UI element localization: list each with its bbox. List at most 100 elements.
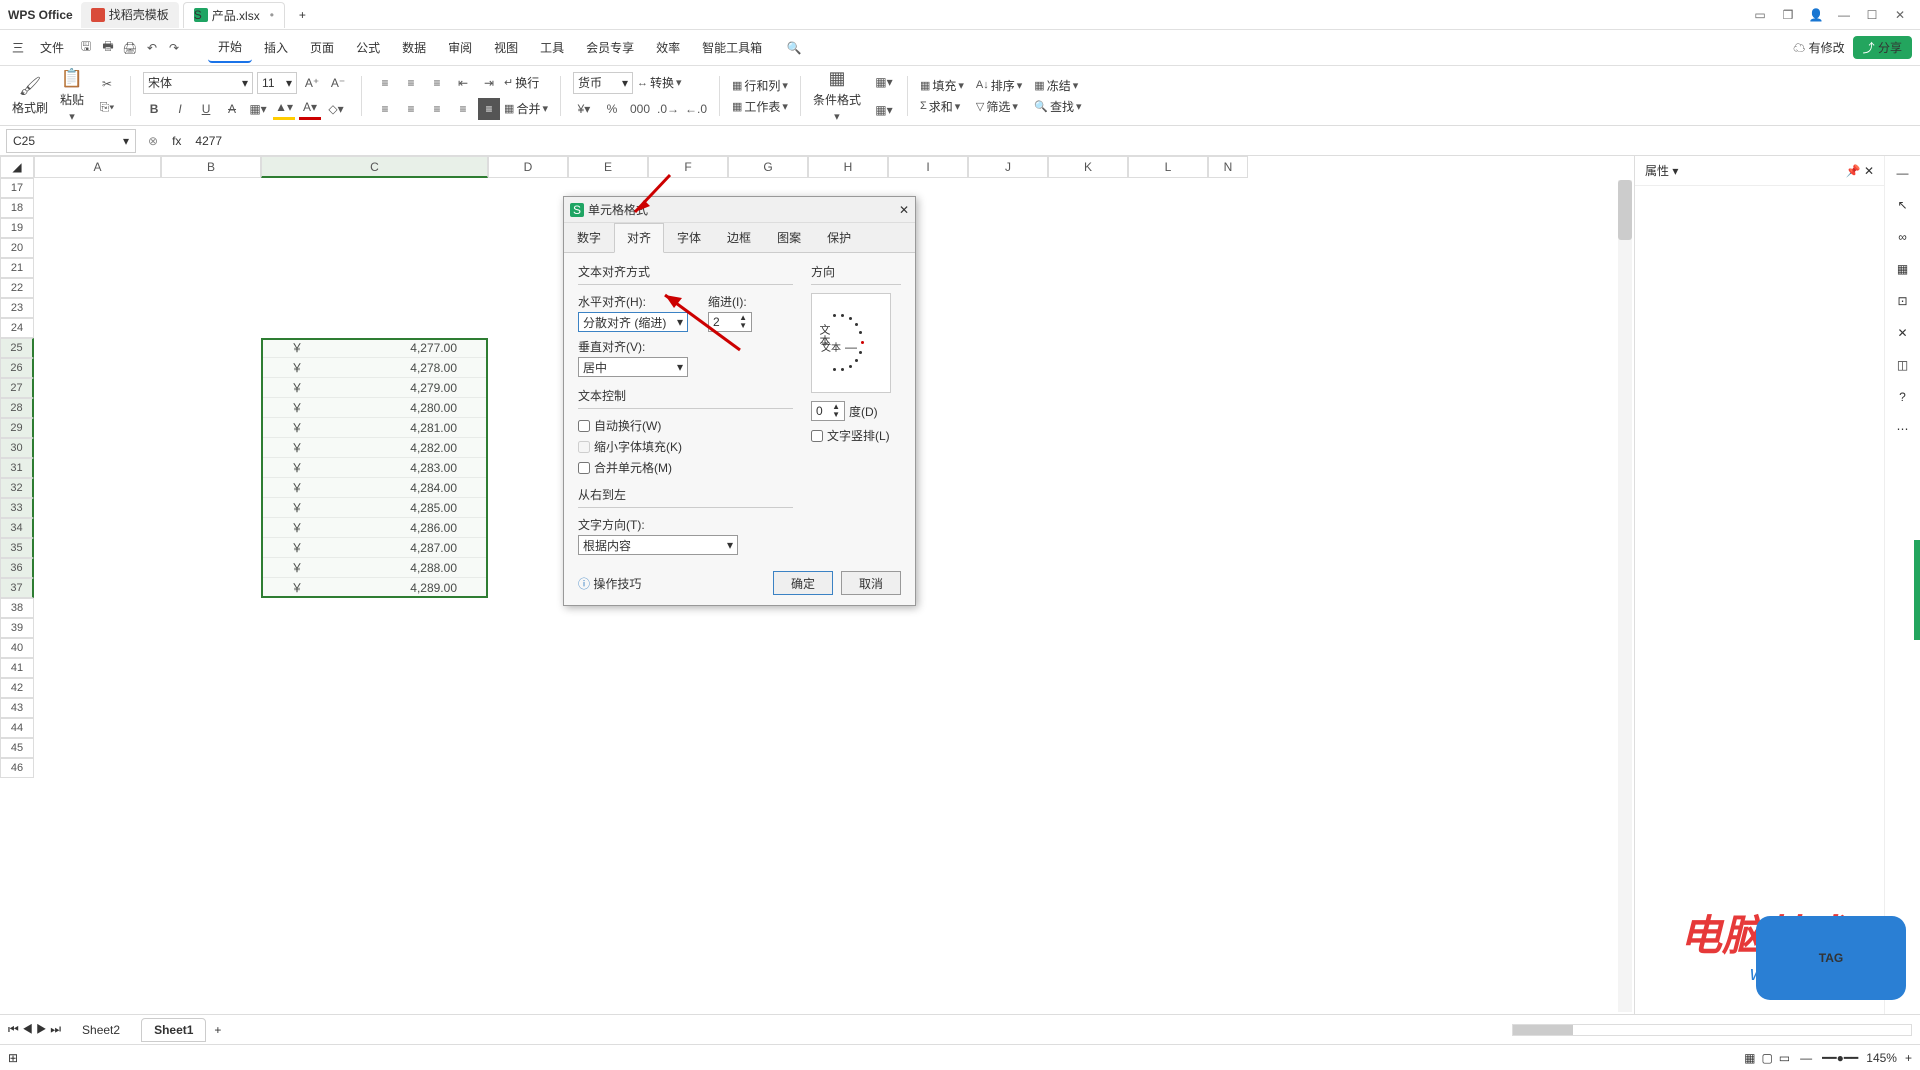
row-header[interactable]: 32 <box>0 478 34 498</box>
row-header[interactable]: 34 <box>0 518 34 538</box>
cond-format-button[interactable]: ▦条件格式▾ <box>813 68 861 123</box>
row-header[interactable]: 24 <box>0 318 34 338</box>
degree-spinner[interactable]: 0▲▼ <box>811 401 845 421</box>
row-header[interactable]: 23 <box>0 298 34 318</box>
save-icon[interactable]: 🖫 <box>76 38 96 58</box>
font-color-button[interactable]: A▾ <box>299 98 321 120</box>
row-header[interactable]: 29 <box>0 418 34 438</box>
tips-link[interactable]: ⓘ 操作技巧 <box>578 575 641 592</box>
data-cell[interactable]: ￥4,283.00 <box>261 458 488 478</box>
row-header[interactable]: 33 <box>0 498 34 518</box>
row-header[interactable]: 30 <box>0 438 34 458</box>
data-cell[interactable]: ￥4,279.00 <box>261 378 488 398</box>
help-icon[interactable]: ? <box>1899 390 1906 404</box>
dec-inc-icon[interactable]: .0→ <box>657 98 679 120</box>
convert-button[interactable]: ↔转换▾ <box>637 72 682 94</box>
fill-button[interactable]: ▦填充▾ <box>920 77 964 94</box>
row-header[interactable]: 28 <box>0 398 34 418</box>
panel-icon[interactable]: ▭ <box>1748 3 1772 27</box>
row-header[interactable]: 38 <box>0 598 34 618</box>
undo-icon[interactable]: ↶ <box>142 38 162 58</box>
column-header[interactable]: H <box>808 156 888 178</box>
data-cell[interactable]: ￥4,278.00 <box>261 358 488 378</box>
name-box[interactable]: C25▾ <box>6 129 136 153</box>
column-header[interactable]: N <box>1208 156 1248 178</box>
row-header[interactable]: 45 <box>0 738 34 758</box>
number-format-select[interactable]: 货币▾ <box>573 72 633 94</box>
freeze-button[interactable]: ▦冻结▾ <box>1034 77 1081 94</box>
dialog-tab-align[interactable]: 对齐 <box>614 223 664 253</box>
panel-close-icon[interactable]: ✕ <box>1864 164 1874 178</box>
size-select[interactable]: 11▾ <box>257 72 297 94</box>
tab-insert[interactable]: 插入 <box>254 33 298 62</box>
cancel-button[interactable]: 取消 <box>841 571 901 595</box>
ruler-tool-icon[interactable]: ✕ <box>1897 326 1907 340</box>
view-break-icon[interactable]: ▭ <box>1779 1051 1790 1065</box>
column-header[interactable]: B <box>161 156 261 178</box>
rowcol-button[interactable]: ▦行和列▾ <box>732 77 788 94</box>
camera-tool-icon[interactable]: ⊡ <box>1897 294 1907 308</box>
data-cell[interactable]: ￥4,282.00 <box>261 438 488 458</box>
select-tool-icon[interactable]: ↖ <box>1897 198 1907 212</box>
orientation-dial[interactable]: 文本 文本 — <box>811 293 891 393</box>
share-button[interactable]: ⤴ 分享 <box>1853 36 1912 59</box>
pin-icon[interactable]: 📌 <box>1846 164 1861 178</box>
dialog-tab-border[interactable]: 边框 <box>714 223 764 252</box>
data-cell[interactable]: ￥4,285.00 <box>261 498 488 518</box>
sum-button[interactable]: Σ求和▾ <box>920 98 964 115</box>
hamburger-icon[interactable]: 三 <box>8 38 28 58</box>
copy-icon[interactable]: ⎘▾ <box>96 97 118 119</box>
tab-formula[interactable]: 公式 <box>346 33 390 62</box>
increase-font-icon[interactable]: A⁺ <box>301 72 323 94</box>
merge-button[interactable]: ▦合并▾ <box>504 98 548 120</box>
underline-button[interactable]: U <box>195 98 217 120</box>
column-header[interactable]: J <box>968 156 1048 178</box>
column-header[interactable]: L <box>1128 156 1208 178</box>
decrease-font-icon[interactable]: A⁻ <box>327 72 349 94</box>
more-icon[interactable]: ⋯ <box>1897 422 1909 436</box>
tab-home[interactable]: 开始 <box>208 32 252 63</box>
column-header[interactable]: I <box>888 156 968 178</box>
row-header[interactable]: 31 <box>0 458 34 478</box>
row-header[interactable]: 19 <box>0 218 34 238</box>
row-header[interactable]: 41 <box>0 658 34 678</box>
align-top-icon[interactable]: ≡ <box>374 72 396 94</box>
tab-document[interactable]: S 产品.xlsx • <box>183 2 285 28</box>
row-header[interactable]: 17 <box>0 178 34 198</box>
view-normal-icon[interactable]: ▦ <box>1744 1051 1755 1065</box>
data-cell[interactable]: ￥4,288.00 <box>261 558 488 578</box>
dialog-close-button[interactable]: ✕ <box>899 203 909 217</box>
align-center-icon[interactable]: ≡ <box>400 98 422 120</box>
zoom-value[interactable]: 145% <box>1866 1051 1897 1065</box>
row-header[interactable]: 27 <box>0 378 34 398</box>
font-select[interactable]: 宋体▾ <box>143 72 253 94</box>
column-header[interactable]: A <box>34 156 161 178</box>
zoom-in-button[interactable]: + <box>1905 1051 1912 1065</box>
align-left-icon[interactable]: ≡ <box>374 98 396 120</box>
sheet-nav[interactable]: ⏮ ◀ ▶ ⏭ <box>8 1022 61 1037</box>
column-header[interactable]: K <box>1048 156 1128 178</box>
align-middle-icon[interactable]: ≡ <box>400 72 422 94</box>
tab-data[interactable]: 数据 <box>392 33 436 62</box>
tab-review[interactable]: 审阅 <box>438 33 482 62</box>
row-header[interactable]: 25 <box>0 338 34 358</box>
data-cell[interactable]: ￥4,287.00 <box>261 538 488 558</box>
align-distribute-icon[interactable]: ≡ <box>478 98 500 120</box>
row-header[interactable]: 42 <box>0 678 34 698</box>
cut-icon[interactable]: ✂ <box>96 73 118 95</box>
add-sheet-button[interactable]: + <box>214 1023 221 1037</box>
dec-dec-icon[interactable]: ←.0 <box>685 98 707 120</box>
filter-button[interactable]: ▽筛选▾ <box>976 98 1022 115</box>
row-header[interactable]: 18 <box>0 198 34 218</box>
crop-tool-icon[interactable]: ◫ <box>1897 358 1908 372</box>
row-header[interactable]: 46 <box>0 758 34 778</box>
styles-icon[interactable]: ▦▾ <box>873 71 895 93</box>
strike-button[interactable]: A <box>221 98 243 120</box>
valign-select[interactable]: 居中▾ <box>578 357 688 377</box>
wrap-button[interactable]: ↵换行 <box>504 72 539 94</box>
row-header[interactable]: 43 <box>0 698 34 718</box>
row-header[interactable]: 21 <box>0 258 34 278</box>
currency-icon[interactable]: ¥▾ <box>573 98 595 120</box>
sheet-tab[interactable]: Sheet2 <box>69 1018 133 1042</box>
tab-template[interactable]: 找稻壳模板 <box>81 2 179 28</box>
